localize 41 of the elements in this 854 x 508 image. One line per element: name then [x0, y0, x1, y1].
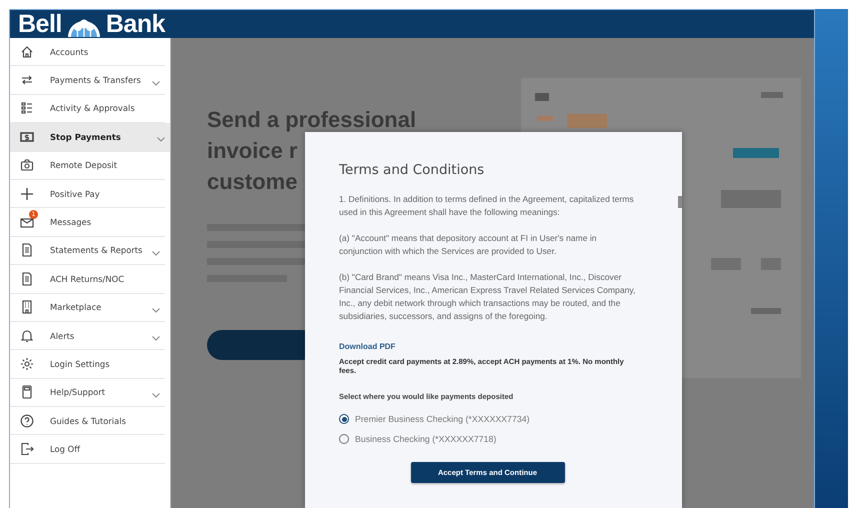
sidebar-item[interactable]: Positive Pay [10, 180, 165, 208]
calculator-icon [20, 385, 34, 400]
heading-line: custome [207, 168, 298, 196]
checklist-icon [20, 101, 34, 116]
account-option-label[interactable]: Premier Business Checking (*XXXXXX7734) [355, 414, 530, 424]
building-icon [20, 300, 34, 314]
sidebar-item[interactable]: Accounts [10, 38, 165, 66]
sidebar-item[interactable]: ACH Returns/NOC [10, 265, 165, 294]
account-option-label[interactable]: Business Checking (*XXXXXX7718) [355, 434, 496, 444]
modal-title: Terms and Conditions [339, 162, 486, 178]
heading-line: Send a professional [207, 106, 416, 134]
sidebar-item[interactable]: Help/Support [10, 378, 165, 408]
sidebar-item[interactable]: Stop Payments [10, 123, 170, 152]
radio-button[interactable] [339, 434, 349, 444]
log-off-icon [20, 442, 34, 456]
scrollbar-thumb-icon[interactable] [678, 196, 682, 208]
download-pdf-link[interactable]: Download PDF [339, 342, 396, 351]
sidebar-item[interactable]: Statements & Reports [10, 236, 165, 266]
settings-icon [20, 356, 34, 371]
plus-icon [20, 186, 34, 201]
document-icon [20, 243, 34, 258]
heading-line: invoice r [207, 137, 298, 165]
dollar-bill-icon [20, 130, 34, 144]
terms-paragraph: (b) "Card Brand" means Visa Inc., MasterCard International, Inc., Discover Financial Services, Inc., American Express Travel Related Services Company, Inc., any debit network through which transactions may be routed, and the subsidiaries, successors, and assigns of the foregoing. [339, 271, 636, 323]
sidebar-item[interactable]: Alerts [10, 322, 165, 350]
terms-paragraph: (a) "Account" means that depository account at FI in User's name in conjunction with which the Services are provided to User. [339, 232, 598, 258]
terms-paragraph: 1. Definitions. In addition to terms defined in the Agreement, capitalized terms used in this Agreement shall have the following meanings: [339, 193, 635, 219]
sidebar-item[interactable]: Guides & Tutorials [10, 407, 165, 436]
sidebar-item[interactable]: Payments & Transfers [10, 66, 165, 95]
document-icon [20, 272, 34, 286]
sidebar-item[interactable]: Remote Deposit [10, 152, 165, 180]
radio-button[interactable] [339, 414, 349, 424]
camera-icon [20, 158, 34, 172]
bell-icon [20, 328, 34, 343]
sidebar-item[interactable]: Log Off [10, 435, 165, 464]
logo-text: Bell [18, 10, 62, 38]
logo-text: Bank [106, 10, 165, 38]
sidebar-item[interactable]: Marketplace [10, 294, 165, 322]
sidebar-item[interactable]: Login Settings [10, 350, 165, 379]
help-icon [20, 414, 34, 428]
home-icon [20, 44, 34, 59]
